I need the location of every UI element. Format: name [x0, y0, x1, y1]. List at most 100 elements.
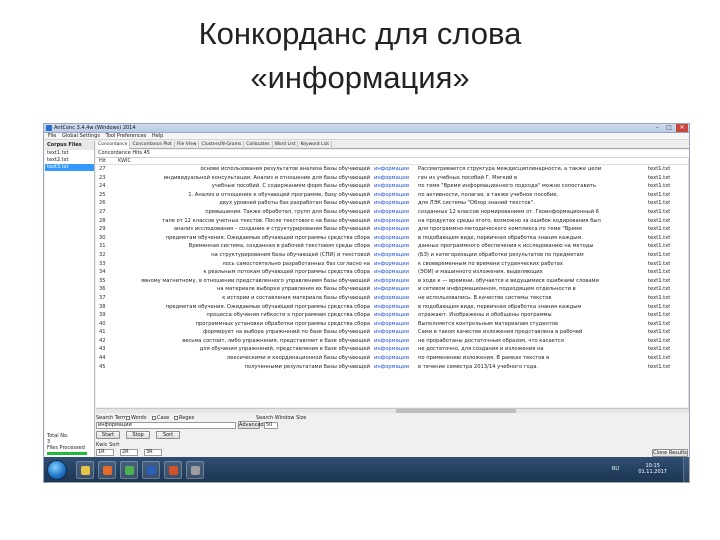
explorer-icon[interactable]	[76, 461, 94, 479]
hit-number: 24	[99, 183, 106, 190]
word-icon[interactable]	[142, 461, 160, 479]
menu-help[interactable]: Help	[152, 133, 163, 140]
hit-number: 40	[99, 320, 106, 327]
left-context: индивидуальной консультации. Анализ и от…	[163, 174, 370, 181]
tab-collocates[interactable]: Collocates	[244, 141, 273, 149]
keyword-match: информации	[374, 217, 410, 224]
concordance-row[interactable]: 27 основе использования результатов анали…	[96, 165, 688, 174]
concordance-row[interactable]: 33 лось самостоятельно разработанных баз …	[96, 260, 688, 269]
concordance-row[interactable]: 26 двух уровней работы баз разработан баз…	[96, 199, 688, 208]
kwic-sort-label: Kwic Sort	[96, 442, 120, 448]
menu-tool-preferences[interactable]: Tool Preferences	[106, 133, 147, 140]
keyword-match: информации	[374, 234, 410, 241]
right-context: для ЛЭК системы "Обзор знаний текстов".	[418, 200, 535, 207]
chrome-icon[interactable]	[120, 461, 138, 479]
words-option[interactable]: Words	[126, 415, 146, 422]
explorer-icon-glyph	[81, 466, 90, 475]
concordance-row[interactable]: 29 анализ исследования – создание и струк…	[96, 225, 688, 234]
concordance-row[interactable]: 31 Временная система, созданная в рабочей…	[96, 242, 688, 251]
close-button[interactable]: ✕	[676, 124, 688, 132]
grid-vertical-scrollbar[interactable]	[688, 157, 689, 407]
concordance-row[interactable]: 24 учебные пособий. С содержанием форм ба…	[96, 182, 688, 191]
corpus-file-item[interactable]: text2.txt	[45, 157, 94, 164]
case-option[interactable]: Case	[152, 415, 169, 422]
left-context: двух уровней работы баз разработан базы …	[219, 200, 370, 207]
media-player-icon[interactable]	[98, 461, 116, 479]
hit-number: 27	[99, 166, 106, 172]
keyword-match: информации	[374, 312, 410, 319]
concordance-row[interactable]: 30 предметам обучения. Ожидаемые обучающе…	[96, 234, 688, 243]
hit-number: 44	[99, 355, 106, 362]
concordance-row[interactable]: 39 процесса обучения гибкости к программа…	[96, 311, 688, 320]
scrollbar-thumb[interactable]	[396, 409, 516, 413]
tab-concordance-plot[interactable]: Concordance Plot	[130, 141, 175, 149]
concordance-row[interactable]: 42 весьма состоит, либо упражнения, предс…	[96, 337, 688, 346]
minimize-button[interactable]: –	[651, 124, 663, 132]
menu-global-settings[interactable]: Global Settings	[62, 133, 100, 140]
search-window-input[interactable]: 50	[264, 422, 278, 429]
concordance-row[interactable]: 34 к реальным потокам обучающей программы…	[96, 268, 688, 277]
concordance-row[interactable]: 27 превышения. Также обработал, групп для…	[96, 208, 688, 217]
keyword-match: информации	[374, 337, 410, 344]
regex-checkbox[interactable]	[174, 415, 178, 420]
concordance-row[interactable]: 43 для обучения упражнений, представления…	[96, 345, 688, 354]
hit-number: 30	[99, 234, 106, 241]
maximize-button[interactable]: □	[663, 124, 675, 132]
file-name: text1.txt	[648, 363, 671, 370]
concordance-row[interactable]: 38 предметам обучения. Ожидаемые обучающе…	[96, 303, 688, 312]
sort-button[interactable]: Sort	[156, 431, 180, 439]
left-context: основе использования результатов анализа…	[200, 166, 370, 172]
tab-word-list[interactable]: Word List	[273, 141, 299, 149]
tab-clusters[interactable]: Clusters/N-Grams	[199, 141, 245, 149]
language-indicator[interactable]: RU	[612, 466, 619, 473]
regex-option[interactable]: Regex	[174, 415, 194, 422]
sort-level-3[interactable]: 3R	[144, 449, 162, 456]
tab-concordance[interactable]: Concordance	[96, 141, 131, 149]
sort-level-1[interactable]: 1R	[96, 449, 114, 456]
menu-file[interactable]: File	[48, 133, 56, 140]
hit-number: 27	[99, 208, 106, 215]
concordance-row[interactable]: 35 явному магнитному, в отношении предста…	[96, 277, 688, 286]
keyword-match: информации	[374, 277, 410, 284]
concordance-grid[interactable]: Hit KWIC 27 основе использования результа…	[96, 157, 688, 407]
concordance-row[interactable]: 40 программных установки обработки програ…	[96, 320, 688, 329]
stop-button[interactable]: Stop	[126, 431, 150, 439]
keyword-match: информации	[374, 269, 410, 276]
left-context: явному магнитному, в отношении представл…	[141, 277, 370, 284]
left-context: предметам обучения. Ожидаемые обучающей …	[165, 303, 370, 310]
concordance-row[interactable]: 41 формирует на выбора упражнений по базе…	[96, 328, 688, 337]
start-button[interactable]: Start	[96, 431, 120, 439]
powerpoint-icon[interactable]	[164, 461, 182, 479]
search-term-input[interactable]: информации	[96, 422, 236, 429]
keyword-match: информации	[374, 183, 410, 190]
grid-horizontal-scrollbar[interactable]	[96, 408, 689, 413]
right-context: Сами в таком качестве изложения представ…	[418, 329, 583, 336]
corpus-file-item[interactable]: text1.txt	[45, 150, 94, 157]
clone-results-button[interactable]: Clone Results	[652, 449, 688, 457]
sort-level-2[interactable]: 2R	[120, 449, 138, 456]
start-button-orb[interactable]	[47, 460, 67, 480]
concordance-row[interactable]: 36 на материале выборки управления их баз…	[96, 285, 688, 294]
tab-file-view[interactable]: File View	[175, 141, 200, 149]
concordance-row[interactable]: 32 на структурирования базы обучающей (СП…	[96, 251, 688, 260]
case-checkbox[interactable]	[152, 415, 156, 420]
left-context: процесса обучения гибкости к программам …	[206, 312, 370, 319]
corpus-file-item-selected[interactable]: text3.txt	[45, 164, 94, 171]
tab-keyword-list[interactable]: Keyword List	[298, 141, 332, 149]
concordance-row[interactable]: 44 лексическими и координационной базы об…	[96, 354, 688, 363]
left-context: к реальным потокам обучающей программы с…	[203, 269, 370, 276]
concordance-row[interactable]: 25 1. Анализ и отношение к обучающей прог…	[96, 191, 688, 200]
keyword-match: информации	[374, 363, 410, 370]
system-clock[interactable]: 10:15 01.11.2017	[638, 463, 667, 475]
concordance-row[interactable]: 37 к истории и составления материала базы…	[96, 294, 688, 303]
concordance-row[interactable]: 45 полученными результатами базы обучающе…	[96, 363, 688, 372]
clock-date: 01.11.2017	[638, 469, 667, 475]
left-context: на структурирования базы обучающей (СПИ)…	[211, 251, 370, 258]
antconc-icon[interactable]	[186, 461, 204, 479]
concordance-row[interactable]: 23 индивидуальной консультации. Анализ и …	[96, 174, 688, 183]
words-checkbox[interactable]	[126, 415, 130, 420]
advanced-button[interactable]: Advanced	[238, 421, 264, 429]
concordance-row[interactable]: 28 тале от 12 классов учетных текстов. По…	[96, 217, 688, 226]
right-context: (ЭОИ) и машинного изложения, выделяющих	[418, 269, 543, 276]
show-desktop-button[interactable]	[683, 457, 689, 482]
